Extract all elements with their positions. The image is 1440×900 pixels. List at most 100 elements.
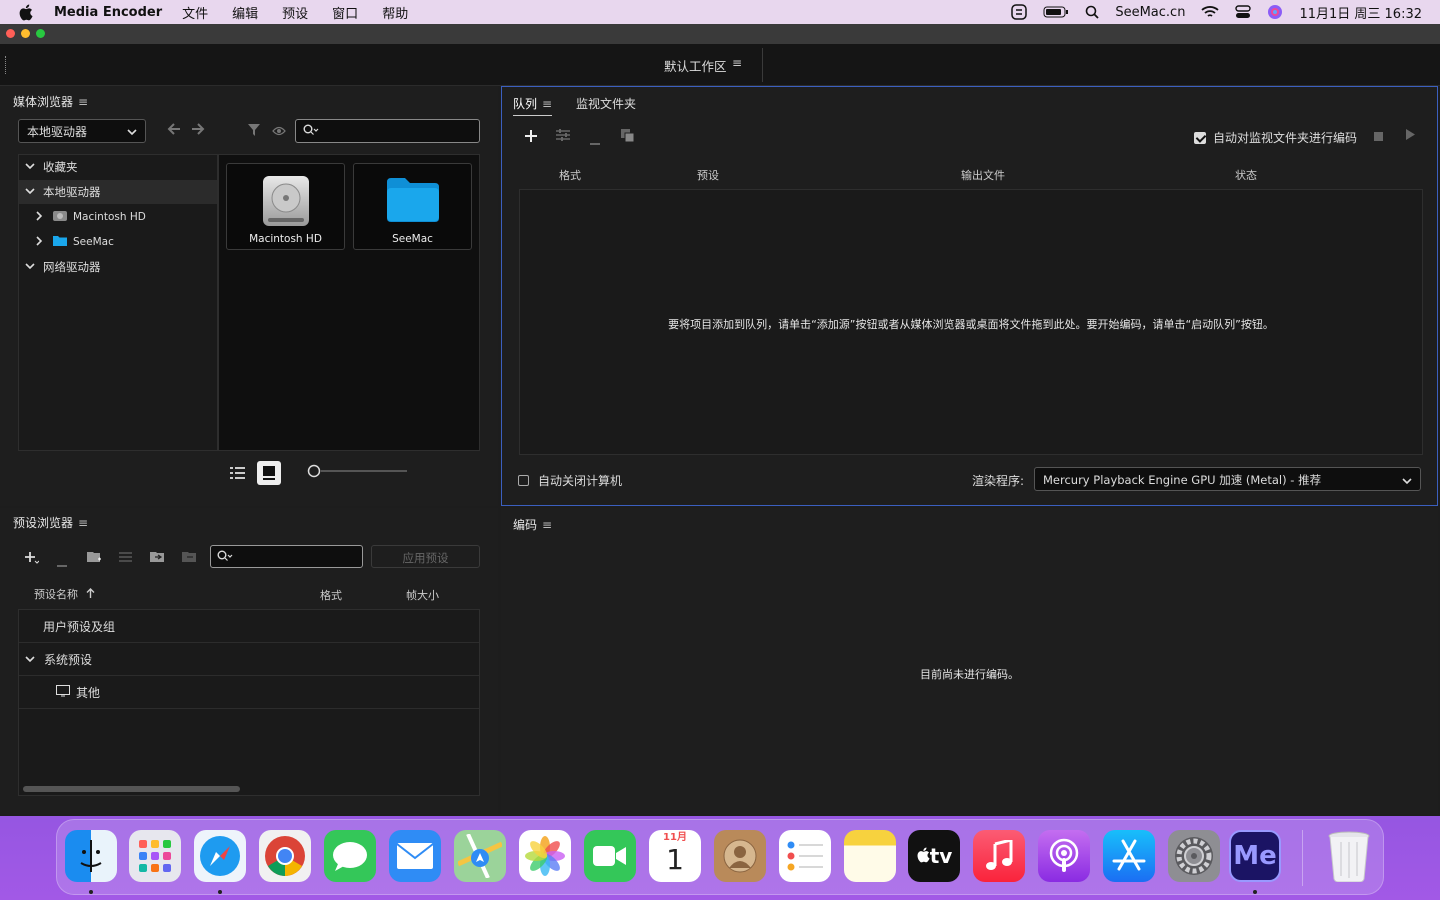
tab-queue[interactable]: 队列 ≡ [513, 95, 553, 116]
trash-icon[interactable] [1323, 830, 1375, 882]
facetime-icon[interactable] [584, 830, 636, 882]
icon-view-icon[interactable] [257, 461, 281, 488]
preset-row-user[interactable]: 用户预设及组 [19, 610, 479, 643]
chevron-down-icon [25, 262, 37, 273]
close-window-button[interactable] [6, 29, 15, 38]
apple-icon[interactable] [18, 4, 40, 21]
export-preset-icon[interactable] [182, 550, 197, 566]
duplicate-icon[interactable] [621, 129, 635, 145]
notes-icon[interactable] [844, 830, 896, 882]
chevron-down-icon [1402, 474, 1412, 488]
queue-list[interactable]: 要将项目添加到队列，请单击“添加源”按钮或者从媒体浏览器或桌面将文件拖到此处。要… [519, 189, 1423, 455]
remove-icon[interactable] [590, 134, 600, 148]
finder-icon[interactable] [65, 830, 117, 882]
mail-icon[interactable] [389, 830, 441, 882]
podcasts-icon[interactable] [1038, 830, 1090, 882]
chevron-down-icon [25, 187, 37, 198]
tree-item-local-drives[interactable]: 本地驱动器 [19, 180, 217, 204]
contacts-icon[interactable] [714, 830, 766, 882]
media-encoder-icon[interactable]: Me [1229, 830, 1281, 882]
zoom-window-button[interactable] [36, 29, 45, 38]
remove-preset-icon[interactable] [57, 556, 67, 570]
auto-encode-option[interactable]: 自动对监视文件夹进行编码 [1193, 129, 1357, 146]
column-header-output[interactable]: 输出文件 [961, 167, 1005, 183]
auto-shutdown-checkbox[interactable] [518, 475, 529, 486]
tile-seemac[interactable]: SeeMac [353, 163, 472, 250]
app-store-icon[interactable] [1103, 830, 1155, 882]
running-indicator [218, 890, 222, 894]
column-header-preset-name[interactable]: 预设名称 [34, 586, 95, 602]
safari-icon[interactable] [194, 830, 246, 882]
preset-group-icon[interactable] [87, 550, 102, 566]
auto-encode-checkbox[interactable] [1193, 131, 1206, 144]
menu-preset[interactable]: 预设 [282, 3, 320, 22]
tile-macintosh-hd[interactable]: Macintosh HD [226, 163, 345, 250]
calendar-icon[interactable]: 11月 1 [649, 830, 701, 882]
clock[interactable]: 11月1日 周三 16:32 [1299, 3, 1422, 22]
start-queue-icon[interactable] [1406, 129, 1415, 143]
column-header-status[interactable]: 状态 [1235, 167, 1257, 183]
menu-help[interactable]: 帮助 [382, 3, 420, 22]
panel-menu-icon[interactable]: ≡ [78, 516, 88, 530]
eye-icon[interactable] [272, 125, 286, 139]
music-icon[interactable] [973, 830, 1025, 882]
new-preset-icon[interactable] [25, 551, 40, 567]
messages-icon[interactable] [324, 830, 376, 882]
add-source-icon[interactable] [525, 130, 537, 145]
filter-icon[interactable] [247, 123, 261, 140]
panel-menu-icon[interactable]: ≡ [542, 97, 552, 111]
app-menu[interactable]: Media Encoder [54, 5, 162, 20]
monitor-icon [56, 684, 70, 700]
stop-queue-icon[interactable] [1374, 130, 1383, 144]
list-view-icon[interactable] [230, 466, 245, 482]
preset-browser-title: 预设浏览器 ≡ [13, 516, 89, 530]
workspace-menu-icon[interactable]: ≡ [732, 56, 742, 70]
apply-preset-button[interactable]: 应用预设 [371, 545, 480, 568]
drag-grip[interactable] [5, 56, 7, 74]
preset-settings-icon[interactable] [556, 129, 570, 144]
preset-row-system[interactable]: 系统预设 [19, 643, 479, 676]
launchpad-icon[interactable] [129, 830, 181, 882]
back-arrow-icon[interactable] [167, 123, 181, 138]
tree-item-seemac[interactable]: SeeMac [19, 230, 217, 254]
tree-item-macintosh-hd[interactable]: Macintosh HD [19, 205, 217, 229]
forward-arrow-icon[interactable] [191, 123, 205, 138]
spotlight-search-icon[interactable] [1085, 5, 1099, 19]
text-input-icon[interactable] [1011, 4, 1028, 20]
auto-shutdown-option[interactable]: 自动关闭计算机 [518, 472, 622, 489]
preset-search-input[interactable] [210, 545, 363, 568]
column-header-preset[interactable]: 预设 [697, 167, 719, 183]
preset-row-other[interactable]: 其他 [19, 676, 479, 709]
renderer-select[interactable]: Mercury Playback Engine GPU 加速 (Metal) -… [1034, 467, 1421, 491]
minimize-window-button[interactable] [21, 29, 30, 38]
workspace-label[interactable]: 默认工作区 [664, 56, 727, 75]
drive-select[interactable]: 本地驱动器 [18, 119, 146, 143]
column-header-format[interactable]: 格式 [320, 587, 342, 603]
menu-window[interactable]: 窗口 [332, 3, 370, 22]
tree-item-network-drives[interactable]: 网络驱动器 [19, 255, 217, 279]
wifi-icon[interactable] [1201, 5, 1220, 19]
horizontal-scrollbar[interactable] [23, 786, 240, 792]
preset-settings-icon[interactable] [119, 551, 132, 565]
siri-icon[interactable] [1267, 4, 1283, 20]
reminders-icon[interactable] [779, 830, 831, 882]
panel-menu-icon[interactable]: ≡ [542, 518, 552, 532]
maps-icon[interactable] [454, 830, 506, 882]
control-center-icon[interactable] [1235, 5, 1252, 19]
import-preset-icon[interactable] [150, 550, 165, 566]
photos-icon[interactable] [519, 830, 571, 882]
tree-item-favorites[interactable]: 收藏夹 [19, 155, 217, 179]
panel-menu-icon[interactable]: ≡ [78, 95, 88, 109]
zoom-slider[interactable] [307, 464, 407, 481]
column-header-format[interactable]: 格式 [559, 167, 581, 183]
battery-icon[interactable] [1043, 5, 1069, 19]
chrome-icon[interactable] [259, 830, 311, 882]
system-settings-icon[interactable] [1168, 830, 1220, 882]
media-search-input[interactable] [295, 119, 480, 143]
menu-edit[interactable]: 编辑 [232, 3, 270, 22]
tab-watch-folders[interactable]: 监视文件夹 [576, 95, 636, 112]
apple-tv-icon[interactable]: tv [908, 830, 960, 882]
column-header-frame-size[interactable]: 帧大小 [406, 587, 439, 603]
encoding-title: 编码 ≡ [513, 518, 553, 532]
menu-file[interactable]: 文件 [182, 3, 220, 22]
